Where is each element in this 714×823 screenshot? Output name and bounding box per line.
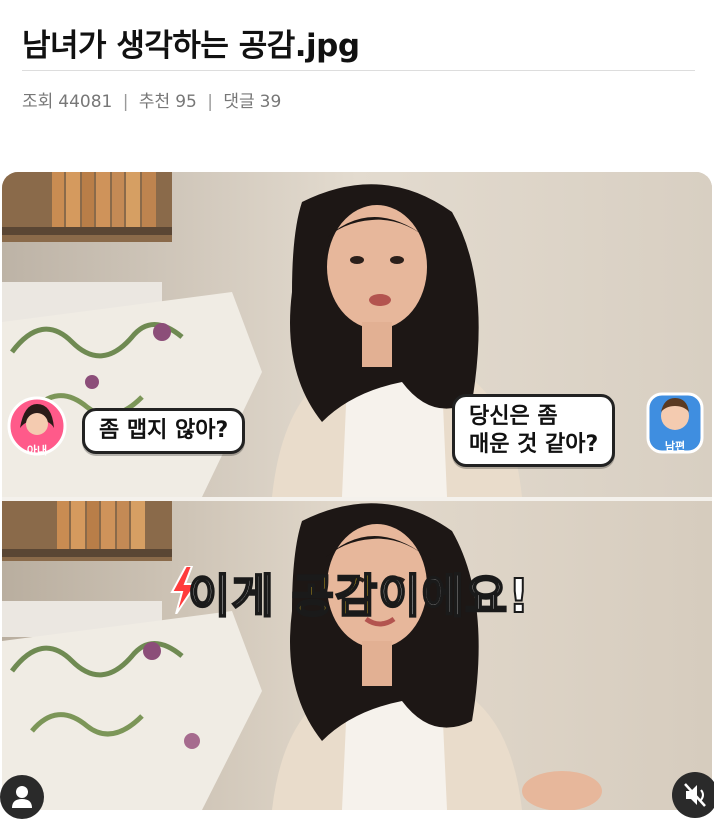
meta-separator: | bbox=[122, 92, 129, 112]
user-icon bbox=[12, 786, 32, 808]
image-caption: 이게 공감이에요! bbox=[187, 560, 531, 626]
post-image[interactable]: 아내 좀 맵지 않아? 당신은 좀 매운 것 같아? 남편 bbox=[2, 172, 712, 810]
views-label: 조회 bbox=[22, 92, 54, 112]
mute-icon bbox=[684, 783, 706, 807]
wife-badge: 아내 bbox=[6, 392, 68, 460]
post-title: 남녀가 생각하는 공감.jpg bbox=[22, 28, 360, 64]
husband-badge-label: 남편 bbox=[664, 440, 686, 453]
wife-line: 좀 맵지 않아? bbox=[99, 418, 229, 443]
image-panel-bottom bbox=[2, 501, 712, 810]
caption-prefix: 이게 bbox=[187, 568, 292, 624]
image-panel-top: 아내 좀 맵지 않아? 당신은 좀 매운 것 같아? 남편 bbox=[2, 172, 712, 497]
recommend-count: 95 bbox=[175, 92, 197, 112]
caption-accent: 공감 bbox=[291, 568, 379, 624]
caption-suffix: 이에요! bbox=[377, 568, 531, 624]
husband-speech-bubble: 당신은 좀 매운 것 같아? bbox=[452, 394, 616, 467]
user-button[interactable] bbox=[0, 775, 44, 819]
meta-separator: | bbox=[207, 92, 213, 112]
post-meta: 조회 44081 | 추천 95 | 댓글 39 bbox=[22, 87, 281, 112]
title-divider bbox=[22, 70, 695, 71]
wife-badge-label: 아내 bbox=[26, 444, 48, 457]
views-count: 44081 bbox=[58, 92, 113, 112]
husband-badge: 남편 bbox=[644, 388, 706, 456]
scene-illustration-bottom bbox=[2, 501, 712, 810]
wife-speech-bubble: 좀 맵지 않아? bbox=[82, 408, 246, 454]
comments-count: 39 bbox=[259, 92, 282, 112]
husband-line-2: 매운 것 같아? bbox=[469, 431, 599, 457]
comments-label: 댓글 bbox=[223, 92, 255, 112]
recommend-label: 추천 bbox=[138, 92, 171, 112]
husband-line-1: 당신은 좀 bbox=[469, 404, 558, 429]
mute-button[interactable] bbox=[672, 772, 714, 818]
